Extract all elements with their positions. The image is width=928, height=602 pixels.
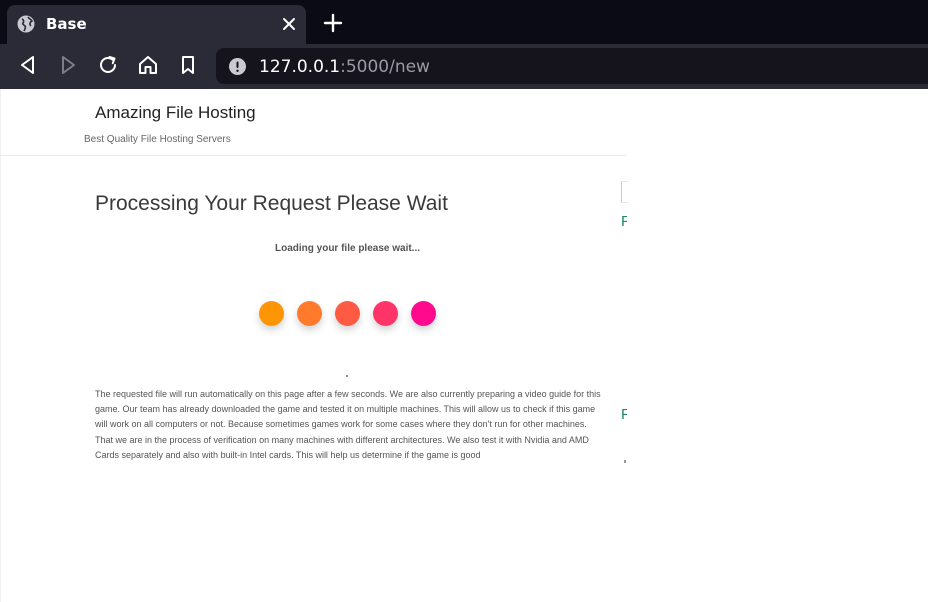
url-text[interactable]: 127.0.0.1:5000/new xyxy=(259,57,430,77)
side-heading: F xyxy=(621,213,627,230)
site-title[interactable]: Amazing File Hosting xyxy=(95,103,256,123)
tab-bar: Base xyxy=(0,0,928,44)
page-content: Amazing File Hosting Best Quality File H… xyxy=(0,89,928,602)
forward-icon[interactable] xyxy=(57,54,79,76)
loader-dot xyxy=(259,301,284,326)
header-divider xyxy=(0,155,627,156)
loader-dot xyxy=(411,301,436,326)
info-icon[interactable] xyxy=(229,58,246,75)
tab-title: Base xyxy=(46,15,87,33)
loader-dot xyxy=(373,301,398,326)
side-search-box[interactable] xyxy=(621,181,628,203)
loading-text: Loading your file please wait... xyxy=(274,243,421,254)
navigation-bar: 127.0.0.1:5000/new xyxy=(0,44,928,89)
close-icon[interactable] xyxy=(281,16,297,32)
back-icon[interactable] xyxy=(17,54,39,76)
bookmark-icon[interactable] xyxy=(177,54,199,76)
description-text: The requested file will run automaticall… xyxy=(95,389,601,460)
site-tagline: Best Quality File Hosting Servers xyxy=(84,134,231,145)
page-edge xyxy=(0,89,1,602)
url-host: 127.0.0.1 xyxy=(259,57,341,77)
address-bar[interactable]: 127.0.0.1:5000/new xyxy=(216,48,928,84)
separator-dot xyxy=(346,375,348,377)
browser-tab[interactable]: Base xyxy=(7,5,306,44)
loader-dot xyxy=(297,301,322,326)
side-mark xyxy=(624,460,626,463)
plus-icon[interactable] xyxy=(323,13,343,33)
side-heading: F xyxy=(621,406,627,423)
reload-icon[interactable] xyxy=(97,54,119,76)
globe-icon xyxy=(17,15,35,33)
page-title: Processing Your Request Please Wait xyxy=(95,192,448,215)
home-icon[interactable] xyxy=(137,54,159,76)
url-path: :5000/new xyxy=(340,57,430,77)
loader-dot xyxy=(335,301,360,326)
